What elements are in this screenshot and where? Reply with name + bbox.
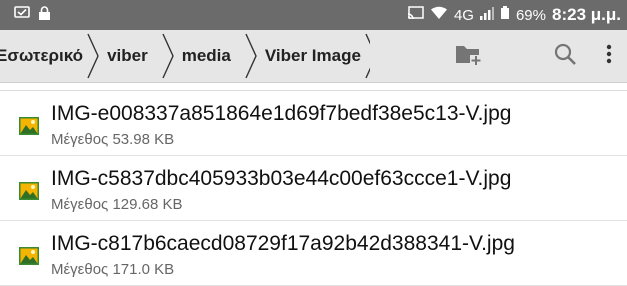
- more-vert-icon: [606, 44, 612, 69]
- breadcrumb-separator-icon: [365, 33, 370, 79]
- list-item[interactable]: IMG-c5837dbc405933b03e44c00ef63ccce1-V.j…: [0, 156, 627, 221]
- list-item[interactable]: IMG-c817b6caecd08729f17a92b42d388341-V.j…: [0, 221, 627, 286]
- breadcrumb-separator-icon: [162, 33, 174, 79]
- new-folder-icon: [455, 42, 483, 71]
- cast-icon: [407, 6, 424, 24]
- image-file-icon: [18, 180, 40, 202]
- more-options-button[interactable]: [591, 30, 627, 82]
- breadcrumb-label: Viber Image: [264, 46, 361, 65]
- list-item[interactable]: IMG-e008337a851864e1d69f7bedf38e5c13-V.j…: [0, 91, 627, 156]
- toolbar: Εσωτερικό viber media Viber Image: [0, 30, 627, 83]
- file-size: Μέγεθος 53.98 KB: [51, 131, 175, 148]
- file-name: IMG-c817b6caecd08729f17a92b42d388341-V.j…: [51, 232, 515, 255]
- breadcrumb-separator-icon: [87, 33, 99, 79]
- breadcrumb-item-internal[interactable]: Εσωτερικό: [0, 30, 85, 82]
- file-name: IMG-e008337a851864e1d69f7bedf38e5c13-V.j…: [51, 102, 512, 125]
- wifi-icon: [430, 6, 448, 24]
- file-size: Μέγεθος 171.0 KB: [51, 261, 175, 278]
- network-type: 4G: [453, 6, 474, 24]
- search-icon: [553, 42, 577, 71]
- status-bar: 4G 69% 8:23 μ.μ.: [0, 0, 627, 30]
- file-name: IMG-c5837dbc405933b03e44c00ef63ccce1-V.j…: [51, 167, 512, 190]
- breadcrumb: Εσωτερικό viber media Viber Image: [0, 30, 370, 82]
- file-list: IMG-e008337a851864e1d69f7bedf38e5c13-V.j…: [0, 82, 627, 286]
- new-folder-button[interactable]: [443, 30, 495, 82]
- breadcrumb-separator-icon: [245, 33, 257, 79]
- clock: 8:23 μ.μ.: [552, 5, 621, 24]
- breadcrumb-label: Εσωτερικό: [0, 46, 84, 65]
- breadcrumb-item-viber[interactable]: viber: [101, 30, 150, 82]
- breadcrumb-item-media[interactable]: media: [176, 30, 233, 82]
- image-file-icon: [18, 245, 40, 267]
- search-button[interactable]: [539, 30, 591, 82]
- breadcrumb-label: media: [181, 46, 231, 65]
- breadcrumb-item-viber-images[interactable]: Viber Image: [259, 30, 363, 82]
- partial-list-item: [0, 82, 627, 91]
- battery-icon: [500, 6, 510, 24]
- image-file-icon: [18, 115, 40, 137]
- file-size: Μέγεθος 129.68 KB: [51, 196, 183, 213]
- breadcrumb-label: viber: [107, 46, 148, 65]
- lock-icon: [38, 5, 51, 25]
- battery-percent: 69%: [515, 6, 546, 24]
- signal-icon: [479, 6, 494, 24]
- notification-icon: [14, 6, 30, 24]
